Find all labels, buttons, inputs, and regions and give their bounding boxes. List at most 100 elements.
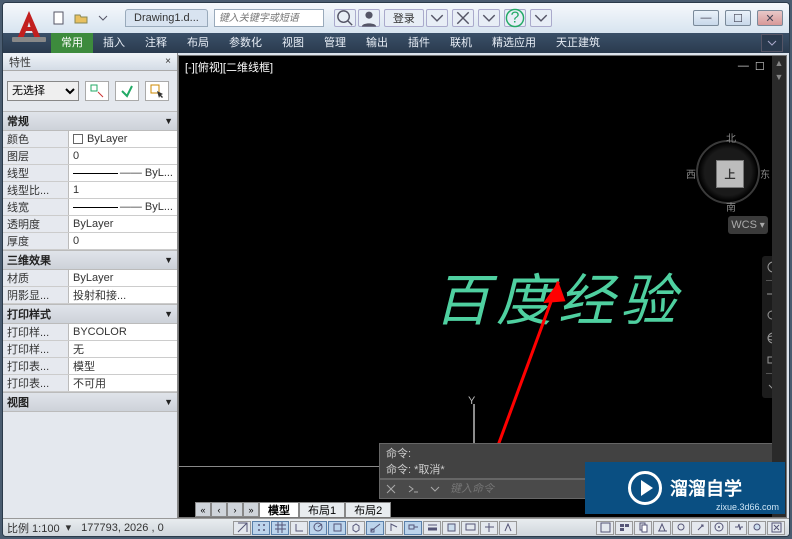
- property-group-header[interactable]: 三维效果▼: [3, 250, 177, 270]
- property-row[interactable]: 透明度ByLayer: [3, 216, 177, 233]
- property-row[interactable]: 颜色ByLayer: [3, 131, 177, 148]
- ribbon-tab[interactable]: 参数化: [219, 33, 272, 53]
- property-value[interactable]: BYCOLOR: [69, 324, 177, 340]
- property-value[interactable]: 0: [69, 148, 177, 164]
- chevron-down-icon[interactable]: [93, 9, 113, 27]
- search-input[interactable]: [214, 9, 324, 27]
- tab-nav-next-icon[interactable]: ›: [227, 502, 243, 517]
- layout-tab[interactable]: 布局2: [345, 502, 391, 517]
- dyn-icon[interactable]: [404, 521, 422, 535]
- osnap-icon[interactable]: [328, 521, 346, 535]
- help-icon[interactable]: ?: [504, 9, 526, 27]
- ribbon-tab[interactable]: 视图: [272, 33, 314, 53]
- property-value[interactable]: ByLayer: [69, 131, 177, 147]
- ribbon-tab[interactable]: 联机: [440, 33, 482, 53]
- login-button[interactable]: 登录: [384, 9, 424, 27]
- qp-icon[interactable]: [461, 521, 479, 535]
- close-icon[interactable]: ×: [165, 56, 171, 67]
- viewcube-north[interactable]: 北: [726, 130, 736, 145]
- annoscale-icon[interactable]: [653, 521, 671, 535]
- ribbon-tab[interactable]: 注释: [135, 33, 177, 53]
- am-icon[interactable]: [499, 521, 517, 535]
- chevron-down-icon[interactable]: [426, 481, 444, 497]
- property-row[interactable]: 线型比...1: [3, 182, 177, 199]
- ribbon-tab[interactable]: 布局: [177, 33, 219, 53]
- tab-nav-first-icon[interactable]: «: [195, 502, 211, 517]
- 3dosnap-icon[interactable]: [347, 521, 365, 535]
- tpy-icon[interactable]: [442, 521, 460, 535]
- property-value[interactable]: 模型: [69, 358, 177, 374]
- property-value[interactable]: —— ByL...: [69, 199, 177, 215]
- ws-icon[interactable]: [710, 521, 728, 535]
- ribbon-tab[interactable]: 管理: [314, 33, 356, 53]
- close-icon[interactable]: [382, 481, 400, 497]
- qat-new-icon[interactable]: [49, 9, 69, 27]
- ribbon-tab[interactable]: 常用: [51, 33, 93, 53]
- search-icon[interactable]: [334, 9, 356, 27]
- property-value[interactable]: ByLayer: [69, 216, 177, 232]
- annovis-icon[interactable]: [672, 521, 690, 535]
- isolate-icon[interactable]: [748, 521, 766, 535]
- quickselect-icon[interactable]: [85, 81, 109, 101]
- wcs-badge[interactable]: WCS ▾: [728, 216, 768, 234]
- viewcube-east[interactable]: 东: [760, 166, 770, 181]
- quickview-layouts-icon[interactable]: [615, 521, 633, 535]
- tab-nav-last-icon[interactable]: »: [243, 502, 259, 517]
- layout-tab[interactable]: 布局1: [299, 502, 345, 517]
- otrack-icon[interactable]: [366, 521, 384, 535]
- vertical-scrollbar[interactable]: ▲▼: [772, 56, 786, 517]
- vp-minimize-icon[interactable]: —: [738, 60, 749, 73]
- ducs-icon[interactable]: [385, 521, 403, 535]
- ribbon-tab[interactable]: 插入: [93, 33, 135, 53]
- chevron-down-icon[interactable]: [530, 9, 552, 27]
- viewcube-face[interactable]: 上: [716, 160, 744, 188]
- chevron-down-icon[interactable]: [426, 9, 448, 27]
- viewcube[interactable]: 上 北 南 西 东: [688, 132, 768, 212]
- property-group-header[interactable]: 打印样式▼: [3, 304, 177, 324]
- viewport-label[interactable]: [-][俯视][二维线框]: [185, 59, 273, 75]
- document-tab[interactable]: Drawing1.d...: [125, 9, 208, 27]
- property-group-header[interactable]: 常规▼: [3, 111, 177, 131]
- ribbon-more-icon[interactable]: [761, 34, 783, 52]
- selection-dropdown[interactable]: 无选择: [7, 81, 79, 101]
- user-icon[interactable]: [358, 9, 380, 27]
- modelspace-icon[interactable]: [596, 521, 614, 535]
- polar-icon[interactable]: [309, 521, 327, 535]
- ribbon-tab[interactable]: 天正建筑: [546, 33, 610, 53]
- ribbon-tab[interactable]: 精选应用: [482, 33, 546, 53]
- property-value[interactable]: 0: [69, 233, 177, 249]
- property-row[interactable]: 图层0: [3, 148, 177, 165]
- property-value[interactable]: 不可用: [69, 375, 177, 391]
- property-row[interactable]: 阴影显...投射和接...: [3, 287, 177, 304]
- property-value[interactable]: 无: [69, 341, 177, 357]
- ribbon-tab[interactable]: 插件: [398, 33, 440, 53]
- property-row[interactable]: 打印表...模型: [3, 358, 177, 375]
- lwt-icon[interactable]: [423, 521, 441, 535]
- property-row[interactable]: 打印样...BYCOLOR: [3, 324, 177, 341]
- drawing-viewport[interactable]: [-][俯视][二维线框] — ☐ ✕ 上 北 南 西 东 WCS ▾: [178, 55, 787, 518]
- property-value[interactable]: —— ByL...: [69, 165, 177, 181]
- selectobjects-icon[interactable]: [145, 81, 169, 101]
- minimize-button[interactable]: —: [693, 10, 719, 26]
- scale-label[interactable]: 比例 1:100: [7, 520, 60, 536]
- infer-constraints-icon[interactable]: [233, 521, 251, 535]
- close-button[interactable]: ✕: [757, 10, 783, 26]
- exchange-icon[interactable]: [452, 9, 474, 27]
- property-group-header[interactable]: 视图▼: [3, 392, 177, 412]
- hardware-accel-icon[interactable]: [729, 521, 747, 535]
- ribbon-tab[interactable]: 输出: [356, 33, 398, 53]
- app-menu-button[interactable]: [9, 5, 49, 45]
- property-row[interactable]: 打印表...不可用: [3, 375, 177, 392]
- ortho-icon[interactable]: [290, 521, 308, 535]
- qat-open-icon[interactable]: [71, 9, 91, 27]
- property-value[interactable]: 投射和接...: [69, 287, 177, 303]
- viewcube-west[interactable]: 西: [686, 166, 696, 181]
- viewcube-south[interactable]: 南: [726, 199, 736, 214]
- chevron-down-icon[interactable]: [478, 9, 500, 27]
- pickadd-icon[interactable]: [115, 81, 139, 101]
- property-row[interactable]: 打印样...无: [3, 341, 177, 358]
- cleanscreen-icon[interactable]: [767, 521, 785, 535]
- annoauto-icon[interactable]: [691, 521, 709, 535]
- property-row[interactable]: 厚度0: [3, 233, 177, 250]
- property-row[interactable]: 线宽—— ByL...: [3, 199, 177, 216]
